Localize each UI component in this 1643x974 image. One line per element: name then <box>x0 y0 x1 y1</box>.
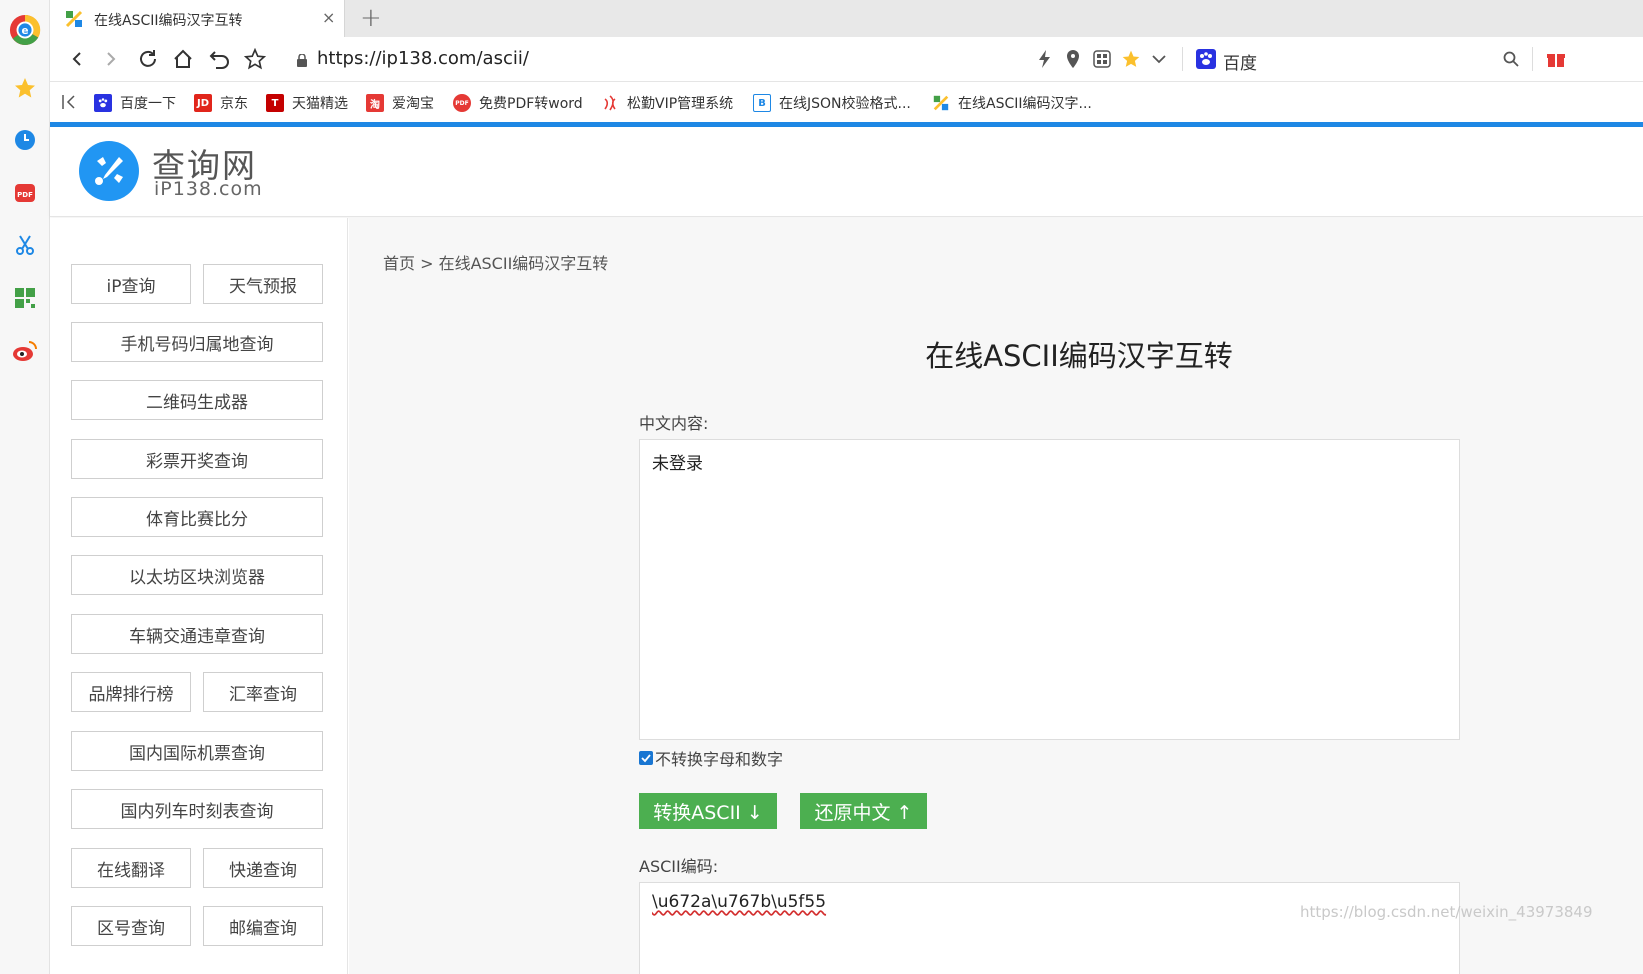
bookmark-pdf[interactable]: PDF 免费PDF转word <box>453 93 583 113</box>
ascii-value: \u672a\u767b\u5f55 <box>652 892 827 912</box>
bookmark-star-icon[interactable] <box>242 46 268 72</box>
apps-icon[interactable] <box>1089 46 1115 72</box>
no-convert-checkbox[interactable] <box>639 751 653 765</box>
site-header: 查询网 iP138.com <box>50 127 1643 217</box>
nav-traffic-violation[interactable]: 车辆交通违章查询 <box>71 614 323 654</box>
nav-ip-query[interactable]: iP查询 <box>71 264 191 304</box>
jd-icon: JD <box>194 94 212 112</box>
bookmarks-bar: 百度一下 JD 京东 T 天猫精选 淘 爱淘宝 PDF 免费PDF转word 松… <box>50 82 1643 122</box>
bookmark-jd[interactable]: JD 京东 <box>194 93 248 113</box>
bookmark-label: 百度一下 <box>120 96 176 112</box>
nav-ethereum-explorer[interactable]: 以太坊区块浏览器 <box>71 555 323 595</box>
watermark: https://blog.csdn.net/weixin_43973849 <box>1300 903 1593 921</box>
ascii-label: ASCII编码: <box>639 857 719 876</box>
json-icon: B <box>753 94 771 112</box>
nav-area-code[interactable]: 区号查询 <box>71 906 191 946</box>
nav-express[interactable]: 快递查询 <box>203 848 323 888</box>
breadcrumb[interactable]: 首页 > 在线ASCII编码汉字互转 <box>383 250 608 274</box>
toolbar-divider <box>1532 47 1533 71</box>
nav-weather[interactable]: 天气预报 <box>203 264 323 304</box>
browser-logo-icon[interactable]: e <box>9 14 41 46</box>
sidebar-pdf-text: PDF <box>17 191 33 199</box>
new-tab-button[interactable]: + <box>360 3 382 33</box>
bookmark-taobao[interactable]: 淘 爱淘宝 <box>366 93 434 113</box>
browser-window: e PDF 在线ASCII编码汉字互转 × + https://ip138.co… <box>0 0 1643 974</box>
nav-phone-location[interactable]: 手机号码归属地查询 <box>71 322 323 362</box>
bookmark-baidu[interactable]: 百度一下 <box>94 93 176 113</box>
no-convert-label: 不转换字母和数字 <box>655 750 784 769</box>
site-logo-en[interactable]: iP138.com <box>154 178 263 200</box>
bookmark-label: 京东 <box>220 96 248 112</box>
tab-active[interactable]: 在线ASCII编码汉字互转 × <box>50 0 345 37</box>
ascii-textarea[interactable]: \u672a\u767b\u5f55 <box>639 882 1460 974</box>
chevron-down-icon[interactable] <box>1146 46 1172 72</box>
clock-icon[interactable] <box>9 124 41 156</box>
location-icon[interactable] <box>1060 46 1086 72</box>
ip138-icon <box>932 94 950 112</box>
bookmark-ascii[interactable]: 在线ASCII编码汉字... <box>932 93 1092 113</box>
site-logo-icon[interactable] <box>79 141 139 201</box>
chinese-content-value: 未登录 <box>652 454 703 474</box>
nav-translate[interactable]: 在线翻译 <box>71 848 191 888</box>
bookmark-label: 在线ASCII编码汉字... <box>958 96 1092 112</box>
taobao-icon: 淘 <box>366 94 384 112</box>
no-convert-alnum-option[interactable]: 不转换字母和数字 <box>639 746 783 770</box>
gift-icon[interactable] <box>1543 46 1569 72</box>
convert-ascii-button[interactable]: 转换ASCII ↓ <box>639 793 777 829</box>
nav-qrcode-generator[interactable]: 二维码生成器 <box>71 380 323 420</box>
favorite-star-icon[interactable] <box>1118 46 1144 72</box>
bookmark-label: 松勤VIP管理系统 <box>627 96 734 112</box>
chinese-content-label: 中文内容: <box>639 414 709 433</box>
page-title: 在线ASCII编码汉字互转 <box>925 339 1233 373</box>
collapse-sidebar-icon[interactable] <box>60 92 80 116</box>
bookmark-label: 天猫精选 <box>292 96 348 112</box>
tmall-icon: T <box>266 94 284 112</box>
nav-train-schedule[interactable]: 国内列车时刻表查询 <box>71 789 323 829</box>
star-icon[interactable] <box>9 72 41 104</box>
nav-brand-ranking[interactable]: 品牌排行榜 <box>71 672 191 712</box>
search-engine-label[interactable]: 百度 <box>1223 49 1257 74</box>
baidu-paw-icon <box>94 94 112 112</box>
baidu-paw-icon <box>1196 49 1216 73</box>
weibo-icon[interactable] <box>9 335 41 367</box>
home-icon[interactable] <box>170 46 196 72</box>
bookmark-label: 免费PDF转word <box>479 96 583 112</box>
address-bar[interactable]: https://ip138.com/ascii/ <box>317 48 529 69</box>
songqin-icon <box>601 94 619 112</box>
nav-lottery[interactable]: 彩票开奖查询 <box>71 439 323 479</box>
main-content: 首页 > 在线ASCII编码汉字互转 在线ASCII编码汉字互转 中文内容: 未… <box>349 218 1643 974</box>
tab-close-icon[interactable]: × <box>322 8 335 27</box>
chinese-content-textarea[interactable]: 未登录 <box>639 439 1460 740</box>
tab-title: 在线ASCII编码汉字互转 <box>94 13 243 29</box>
bookmark-label: 爱淘宝 <box>392 96 434 112</box>
nav-postcode[interactable]: 邮编查询 <box>203 906 323 946</box>
nav-flight-tickets[interactable]: 国内国际机票查询 <box>71 731 323 771</box>
qrcode-icon[interactable] <box>9 282 41 314</box>
toolbar-divider <box>1182 47 1183 71</box>
nav-exchange-rate[interactable]: 汇率查询 <box>203 672 323 712</box>
reload-icon[interactable] <box>135 46 161 72</box>
ip138-favicon-icon <box>64 9 84 33</box>
bookmark-json[interactable]: B 在线JSON校验格式... <box>753 93 911 113</box>
bookmark-label: 在线JSON校验格式... <box>779 96 911 112</box>
tab-strip: 在线ASCII编码汉字互转 × + <box>50 0 1643 37</box>
browser-toolbar: https://ip138.com/ascii/ 百度 <box>50 37 1643 82</box>
svg-text:e: e <box>21 25 28 37</box>
bookmark-tmall[interactable]: T 天猫精选 <box>266 93 348 113</box>
scissors-icon[interactable] <box>9 229 41 261</box>
lightning-icon[interactable] <box>1032 46 1058 72</box>
back-icon[interactable] <box>64 46 90 72</box>
pdf-icon: PDF <box>453 94 471 112</box>
undo-icon[interactable] <box>207 46 233 72</box>
lock-icon <box>297 52 307 71</box>
nav-sports-score[interactable]: 体育比赛比分 <box>71 497 323 537</box>
restore-chinese-button[interactable]: 还原中文 ↑ <box>800 793 927 829</box>
search-icon[interactable] <box>1498 46 1524 72</box>
browser-sidebar: e PDF <box>0 0 50 974</box>
bookmark-songqin[interactable]: 松勤VIP管理系统 <box>601 93 733 113</box>
pdf-icon[interactable]: PDF <box>9 177 41 209</box>
forward-icon[interactable] <box>98 46 124 72</box>
tool-nav: iP查询 天气预报 手机号码归属地查询 二维码生成器 彩票开奖查询 体育比赛比分… <box>50 218 348 974</box>
